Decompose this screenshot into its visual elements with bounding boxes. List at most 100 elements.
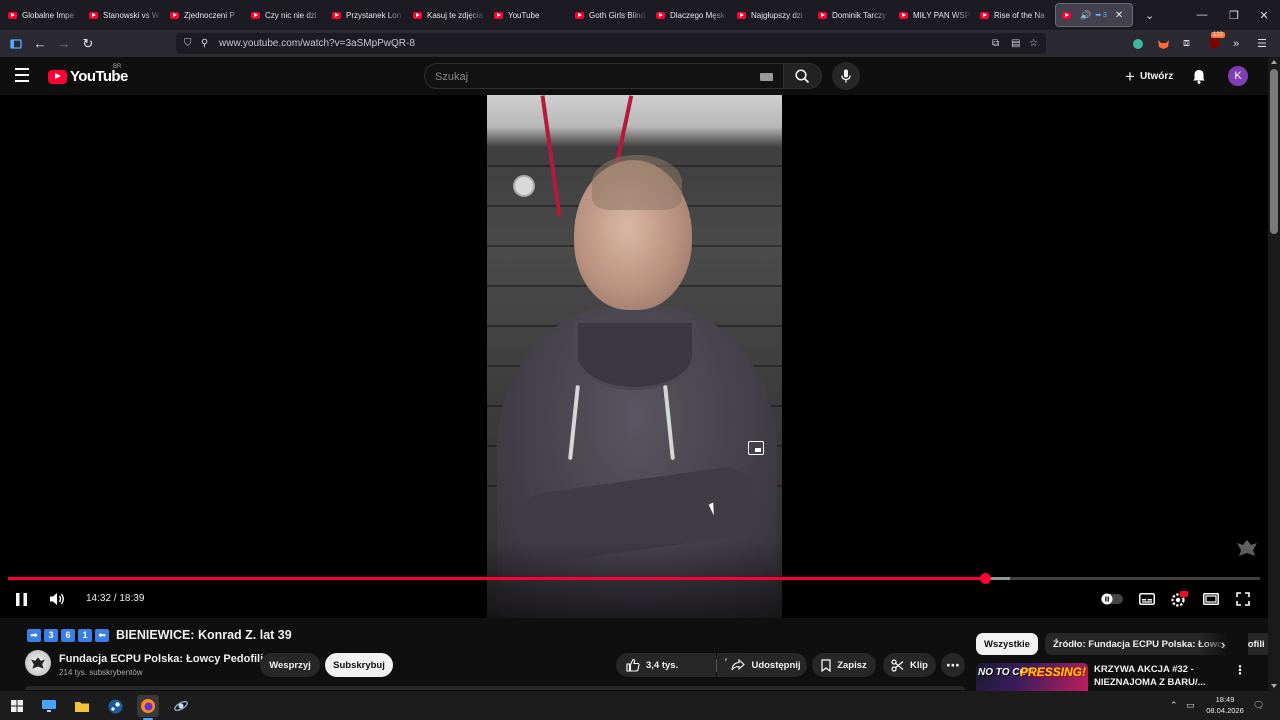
scissors-icon: [891, 658, 904, 672]
theater-mode-button[interactable]: [1200, 587, 1222, 611]
volume-button[interactable]: [46, 587, 68, 611]
create-button[interactable]: + Utwórz: [1117, 63, 1181, 89]
satellite-app-icon[interactable]: [170, 695, 192, 717]
browser-tab[interactable]: YouTube: [486, 0, 567, 30]
title-badge: ⬅: [95, 628, 109, 642]
youtube-favicon-icon: [737, 11, 746, 19]
page-scrollbar[interactable]: [1268, 57, 1280, 691]
browser-tab[interactable]: Dlaczego Męsk: [648, 0, 729, 30]
video-player[interactable]: 14:32 / 18:39: [0, 95, 1268, 618]
back-icon[interactable]: ←: [28, 30, 52, 57]
url-text[interactable]: www.youtube.com/watch?v=3aSMpPwQR-8: [219, 38, 415, 49]
subscribe-button[interactable]: Subskrybuj: [325, 653, 393, 677]
voice-search-button[interactable]: [832, 62, 860, 90]
youtube-favicon-icon: [332, 11, 341, 19]
recommendation-title[interactable]: KRZYWA AKCJA #32 - NIEZNAJOMA Z BARU/...: [1094, 663, 1214, 689]
extension-badge-count: 122: [1211, 32, 1226, 38]
browser-tab[interactable]: Dominik Tarczy: [810, 0, 891, 30]
browser-tab[interactable]: Przystanek Lon: [324, 0, 405, 30]
progress-bar[interactable]: [8, 573, 1260, 584]
like-button[interactable]: 3,4 tys.: [616, 653, 716, 677]
recommendation-thumbnail[interactable]: NO TO CO? PRESSING!: [976, 663, 1088, 693]
keyboard-icon[interactable]: [760, 73, 773, 81]
scrollbar-thumb[interactable]: [1270, 69, 1278, 234]
forward-icon[interactable]: →: [52, 30, 76, 57]
miniplayer-icon[interactable]: [748, 441, 764, 455]
reader-view-icon[interactable]: ▤: [1011, 33, 1020, 54]
thumbs-up-icon: [626, 658, 640, 672]
close-window-icon[interactable]: ✕: [1248, 0, 1280, 30]
fullscreen-button[interactable]: [1232, 587, 1254, 611]
clip-button[interactable]: Klip: [883, 653, 936, 677]
browser-tab[interactable]: Kasuj te zdjęcia: [405, 0, 486, 30]
subtitles-button[interactable]: [1136, 587, 1158, 611]
steam-icon[interactable]: [104, 695, 126, 717]
extensions-puzzle-icon[interactable]: ⧈: [1183, 30, 1190, 57]
scroll-down-icon[interactable]: [1271, 684, 1277, 688]
played-bar: [8, 577, 985, 580]
search-input[interactable]: Szukaj: [424, 63, 784, 89]
permissions-icon[interactable]: ⚲: [201, 33, 208, 54]
browser-tab[interactable]: Najgłupszy dzi: [729, 0, 810, 30]
kebab-menu-icon[interactable]: ⋮: [1234, 663, 1246, 677]
browser-tab[interactable]: Zjednoczeni P: [162, 0, 243, 30]
network-icon[interactable]: ▭: [1186, 691, 1195, 720]
firefox-icon[interactable]: [137, 695, 159, 720]
save-button[interactable]: Zapisz: [812, 653, 876, 677]
list-all-tabs-icon[interactable]: ⌄: [1145, 9, 1154, 22]
subscriber-count: 214 tys. subskrybentów: [59, 668, 143, 677]
sidebar-toggle-icon[interactable]: [4, 30, 28, 57]
overflow-chevron-icon[interactable]: »: [1233, 30, 1239, 57]
browser-tab[interactable]: Czy nic nie dzi: [243, 0, 324, 30]
gear-icon: [1171, 591, 1188, 607]
reload-icon[interactable]: ↻: [76, 30, 100, 57]
autoplay-toggle[interactable]: [1099, 587, 1125, 611]
channel-avatar[interactable]: [25, 650, 51, 676]
guide-menu-icon[interactable]: [15, 68, 33, 82]
close-tab-icon[interactable]: ✕: [1115, 10, 1123, 21]
scrubber-handle[interactable]: [979, 573, 991, 584]
browser-tab[interactable]: Rise of the Na: [972, 0, 1053, 30]
system-clock[interactable]: 18:49 08.04.2026: [1200, 694, 1250, 716]
monitor-app-icon[interactable]: [38, 695, 60, 717]
share-button[interactable]: Udostępnij: [725, 653, 807, 677]
channel-name[interactable]: Fundacja ECPU Polska: Łowcy Pedofili: [59, 653, 263, 665]
youtube-play-icon: [48, 69, 67, 84]
bookmark-star-icon[interactable]: ☆: [1029, 33, 1038, 54]
volume-icon: [49, 593, 64, 605]
windows-start-icon[interactable]: [6, 695, 28, 717]
app-menu-icon[interactable]: ☰: [1257, 30, 1267, 57]
youtube-logo[interactable]: YouTube BR: [48, 64, 128, 85]
chip-all[interactable]: Wszystkie: [976, 633, 1038, 655]
pip-page-icon[interactable]: ⧉: [992, 33, 999, 54]
description-box[interactable]: [25, 686, 965, 690]
browser-toolbar: ← → ↻ ⛉ ⚲ www.youtube.com/watch?v=3aSMpP…: [0, 30, 1280, 57]
vpn-extension-icon[interactable]: [1132, 30, 1144, 57]
chevron-right-icon[interactable]: ›: [1221, 637, 1225, 652]
support-button[interactable]: Wesprzyj: [260, 653, 320, 677]
more-actions-button[interactable]: ⋯: [941, 653, 965, 677]
tray-overflow-icon[interactable]: ⌃: [1170, 691, 1178, 720]
browser-tab[interactable]: MIŁY PAN WSP: [891, 0, 972, 30]
account-avatar[interactable]: K: [1228, 66, 1248, 86]
fox-extension-icon[interactable]: [1157, 30, 1170, 57]
settings-button[interactable]: [1167, 587, 1191, 611]
restore-icon[interactable]: ❐: [1218, 0, 1250, 30]
minimize-icon[interactable]: —: [1186, 0, 1218, 30]
youtube-favicon-icon: [251, 11, 260, 19]
notifications-icon[interactable]: 🗨: [1253, 691, 1264, 720]
shield-icon[interactable]: ⛉: [184, 33, 192, 54]
file-explorer-icon[interactable]: [71, 695, 93, 717]
browser-tab[interactable]: Globalne Impe: [0, 0, 81, 30]
notifications-bell-icon[interactable]: [1188, 65, 1210, 87]
browser-tab[interactable]: Goth Girls Blind: [567, 0, 648, 30]
speaker-icon[interactable]: 🔊: [1080, 10, 1091, 21]
youtube-favicon-icon: [899, 11, 908, 19]
search-button[interactable]: [784, 63, 822, 89]
pause-button[interactable]: [12, 587, 30, 611]
browser-tab-active[interactable]: 🔊 ➡ 3 ✕: [1055, 3, 1133, 27]
browser-tab[interactable]: Stanowski vs W: [81, 0, 162, 30]
scroll-up-icon[interactable]: [1271, 60, 1277, 64]
thumb-text: PRESSING!: [1020, 665, 1087, 679]
address-bar[interactable]: ⛉ ⚲ www.youtube.com/watch?v=3aSMpPwQR-8 …: [176, 33, 1046, 54]
